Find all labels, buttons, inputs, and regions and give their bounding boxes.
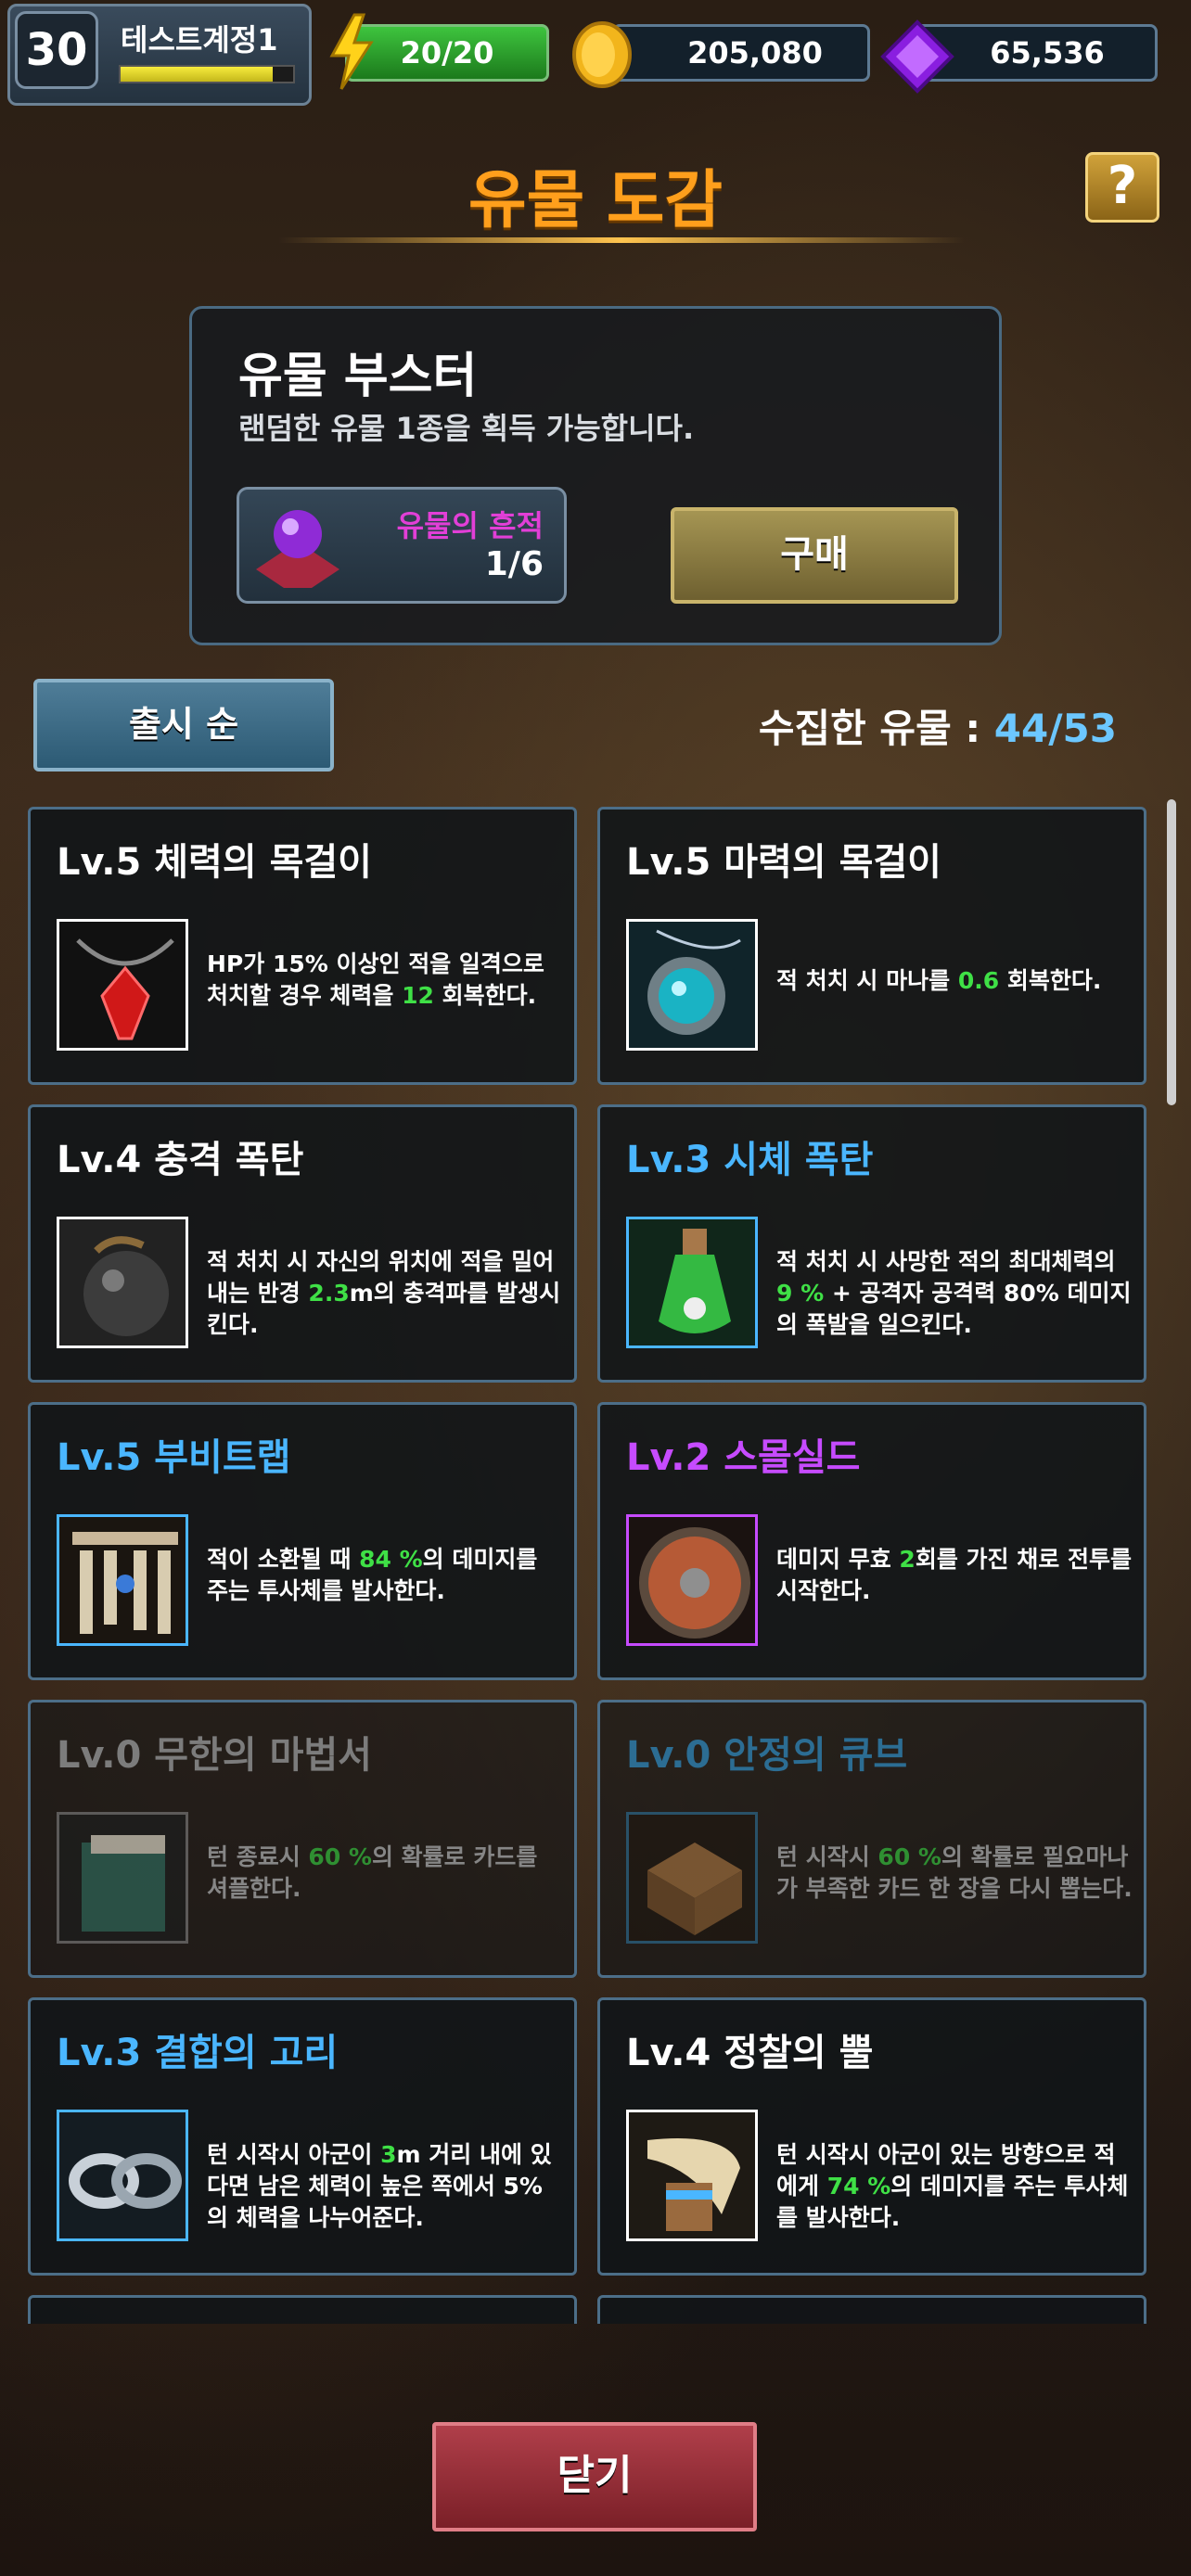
desc-highlight-value: 60 % [308,1843,372,1870]
relic-booster-panel: 유물 부스터 랜덤한 유물 1종을 획득 가능합니다. 유물의 흔적 1/6 구… [189,306,1002,645]
relic-card[interactable]: Lv.5 체력의 목걸이 HP가 15% 이상인 적을 일격으로 처치할 경우 체… [28,807,577,1085]
relic-description: 적 처치 시 자신의 위치에 적을 밀어내는 반경 2.3m의 충격파를 발생시… [207,1246,563,1341]
relic-card[interactable]: Lv.0 안정의 큐브턴 시작시 60 %의 확률로 필요마나가 부족한 카드 … [597,1700,1146,1978]
relic-description: 턴 시작시 60 %의 확률로 필요마나가 부족한 카드 한 장을 다시 뽑는다… [776,1842,1133,1905]
relic-title: Lv.5 체력의 목걸이 [57,841,372,884]
collected-count: 44/53 [993,706,1117,751]
relic-card[interactable]: Lv.3 결합의 고리턴 시작시 아군이 3m 거리 내에 있다면 남은 체력이… [28,1997,577,2276]
buy-button[interactable]: 구매 [671,507,958,604]
relic-card[interactable]: Lv.2 스몰실드데미지 무효 2회를 가진 채로 전투를 시작한다. [597,1402,1146,1680]
desc-highlight-value: 12 [402,982,434,1009]
desc-text: 적 처치 시 사망한 적의 최대체력의 [776,1248,1116,1275]
relic-description: 적이 소환될 때 84 %의 데미지를 주는 투사체를 발사한다. [207,1544,563,1607]
close-button[interactable]: 닫기 [432,2422,757,2531]
purple-orb-icon [256,510,339,588]
relic-card[interactable]: Lv.5 부비트랩적이 소환될 때 84 %의 데미지를 주는 투사체를 발사한… [28,1402,577,1680]
relic-title: Lv.0 안정의 큐브 [626,1734,908,1777]
collected-label: 수집한 유물 : [758,706,994,751]
desc-text: 턴 시작시 [776,1843,878,1870]
page-title: 유물 도감 [468,164,723,237]
poison-potion-icon [626,1217,758,1348]
desc-highlight-value: 84 % [359,1546,423,1573]
desc-highlight-value: 74 % [826,2173,891,2200]
relic-title: Lv.4 정찰의 뿔 [626,2032,874,2074]
purple-gem-icon [880,19,954,94]
relic-title: Lv.3 결합의 고리 [57,2032,339,2074]
relic-description: 데미지 무효 2회를 가진 채로 전투를 시작한다. [776,1544,1133,1607]
red-gem-necklace-icon [57,919,188,1051]
relic-title: Lv.3 시체 폭탄 [626,1139,874,1181]
sort-button[interactable]: 출시 순 [33,679,334,772]
relic-description: 적 처치 시 사망한 적의 최대체력의 9 % + 공격자 공격력 80% 데미… [776,1246,1133,1341]
booster-description: 랜덤한 유물 1종을 획득 가능합니다. [238,411,695,446]
trace-count: 1/6 [484,545,544,583]
desc-text: 데미지 무효 [776,1546,900,1573]
relic-card[interactable]: Lv.4 정찰의 뿔턴 시작시 아군이 있는 방향으로 적에게 74 %의 데미… [597,1997,1146,2276]
player-level: 30 [15,11,98,89]
relic-trace-item: 유물의 흔적 1/6 [237,487,567,604]
desc-highlight-value: 9 % [776,1280,825,1307]
bomb-icon [57,1217,188,1348]
help-button[interactable]: ? [1085,152,1159,223]
relic-description: 턴 종료시 60 %의 확률로 카드를 셔플한다. [207,1842,563,1905]
energy-bolt-icon [329,13,374,90]
relic-description: 턴 시작시 아군이 있는 방향으로 적에게 74 %의 데미지를 주는 투사체를… [776,2139,1133,2234]
relic-description: 적 처치 시 마나를 0.6 회복한다. [776,965,1133,997]
blue-amulet-icon [626,919,758,1051]
player-name: 테스트계정1 [121,22,278,57]
trace-label: 유물의 흔적 [396,508,544,543]
chain-link-icon [57,2110,188,2241]
relic-card[interactable]: Lv.4 충격 폭탄적 처치 시 자신의 위치에 적을 밀어내는 반경 2.3m… [28,1104,577,1383]
bone-trap-icon [57,1514,188,1646]
desc-text: 턴 종료시 [207,1843,309,1870]
relic-title: Lv.2 스몰실드 [626,1436,861,1479]
spellbook-icon [57,1812,188,1944]
relic-card[interactable]: Lv.5 마력의 목걸이적 처치 시 마나를 0.6 회복한다. [597,807,1146,1085]
relic-title: Lv.0 무한의 마법서 [57,1734,372,1777]
relic-description: 턴 시작시 아군이 3m 거리 내에 있다면 남은 체력이 높은 쪽에서 5%의… [207,2139,563,2234]
round-shield-icon [626,1514,758,1646]
war-horn-icon [626,2110,758,2241]
xp-bar [119,65,295,83]
desc-text: 회복한다. [433,982,537,1009]
desc-text: 회복한다. [999,967,1102,994]
desc-text: 적이 소환될 때 [207,1546,360,1573]
relic-card[interactable]: Lv.0 무한의 마법서턴 종료시 60 %의 확률로 카드를 셔플한다. [28,1700,577,1978]
scrollbar[interactable] [1167,799,1176,1105]
relic-list[interactable]: Lv.5 체력의 목걸이 HP가 15% 이상인 적을 일격으로 처치할 경우 체… [28,807,1150,2324]
gold-counter[interactable]: 205,080 [612,24,870,82]
desc-highlight-value: 0.6 [957,967,1000,994]
wooden-cube-icon [626,1812,758,1944]
title-divider [278,237,965,243]
status-bar: 30 테스트계정1 20/20 205,080 65,536 [0,0,1191,111]
relic-description: HP가 15% 이상인 적을 일격으로 처치할 경우 체력을 12 회복한다. [207,949,563,1012]
xp-bar-fill [121,67,273,82]
relic-title: Lv.5 부비트랩 [57,1436,291,1479]
gold-coin-icon [572,21,632,88]
collected-counter: 수집한 유물 : 44/53 [759,697,1117,754]
desc-highlight-value: 2 [899,1546,916,1573]
desc-highlight-value: 60 % [877,1843,941,1870]
desc-text: 적 처치 시 마나를 [776,967,958,994]
booster-title: 유물 부스터 [238,349,478,404]
desc-text: + 공격자 공격력 80% 데미지의 폭발을 일으킨다. [776,1280,1132,1338]
desc-highlight-value: 3 [380,2141,397,2168]
desc-text: 턴 시작시 아군이 [207,2141,381,2168]
relic-title: Lv.4 충격 폭탄 [57,1139,304,1181]
relic-title: Lv.5 마력의 목걸이 [626,841,941,884]
relic-card[interactable]: Lv.3 시체 폭탄적 처치 시 사망한 적의 최대체력의 9 % + 공격자 … [597,1104,1146,1383]
desc-highlight-value: 2.3 [308,1280,350,1307]
